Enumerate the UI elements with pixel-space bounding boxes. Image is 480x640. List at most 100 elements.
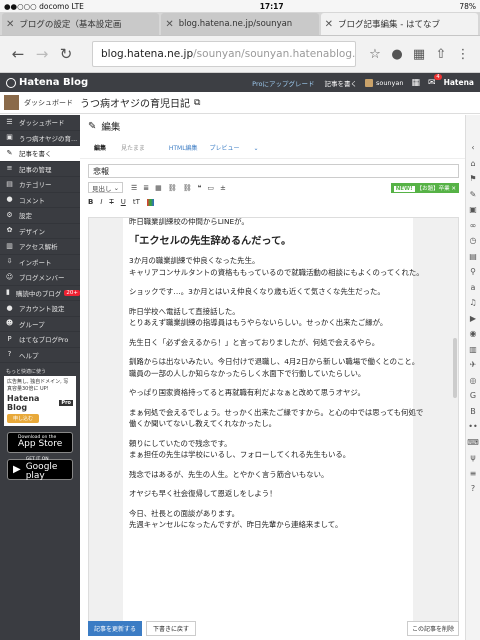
link-icon[interactable]: ∞	[470, 218, 477, 234]
clock-icon[interactable]: ◷	[470, 233, 477, 249]
sidebar-item-category[interactable]: ▤ カテゴリー	[0, 177, 80, 193]
bullet-list-icon[interactable]: ☰	[131, 184, 137, 192]
sidebar-item-write[interactable]: ✎ 記事を書く	[0, 146, 80, 162]
sidebar-item-manage[interactable]: ≡ 記事の管理	[0, 162, 80, 177]
sidebar-item-pro[interactable]: P はてなブログPro	[0, 332, 80, 348]
amazon-icon[interactable]: a	[471, 280, 476, 296]
code-icon[interactable]: ⌨	[467, 435, 479, 451]
sidebar-item-comment[interactable]: ● コメント	[0, 193, 80, 208]
map-icon[interactable]: ◉	[470, 326, 477, 342]
sidebar-item-import[interactable]: ⇩ インポート	[0, 255, 80, 270]
design-icon: ✿	[6, 226, 13, 235]
tab-preview[interactable]: プレビュー ⌄	[210, 143, 259, 152]
home-icon[interactable]: ⌂	[470, 156, 475, 172]
more-icon[interactable]: ±	[220, 184, 226, 192]
strikethrough-icon[interactable]: T	[109, 198, 113, 206]
editor-body[interactable]: 昨日職業訓練校の仲間からLINEが。 「エクセルの先生辞めるんだって。 3か月の…	[88, 217, 459, 625]
tag-icon[interactable]: ⚑	[469, 171, 476, 187]
microphone-icon[interactable]: ●	[386, 47, 408, 62]
browser-tab[interactable]: ✕ ブログの設定（基本設定画	[2, 13, 160, 35]
link-icon[interactable]: ⛓	[168, 184, 177, 192]
grid-icon[interactable]: ▦	[412, 78, 421, 88]
scrollbar[interactable]	[452, 218, 458, 624]
delete-button[interactable]: この記事を削除	[406, 621, 459, 636]
photo-icon[interactable]: ▣	[469, 202, 477, 218]
hatena-icon[interactable]: B	[470, 404, 476, 420]
browser-tab[interactable]: ✕ blog.hatena.ne.jp/sounyan	[161, 13, 319, 35]
hatena-bar: Hatena Blog Proにアップグレード 記事を書く sounyan ▦ …	[0, 73, 480, 92]
sidebar-item-subscriptions[interactable]: ▮ 購読中のブログ 20+	[0, 286, 80, 301]
pencil-icon[interactable]: ✎	[470, 187, 477, 203]
hatena-link[interactable]: Hatena	[444, 78, 474, 87]
quote-icon[interactable]: ❝	[198, 184, 202, 192]
user-menu[interactable]: sounyan	[364, 78, 404, 87]
reload-icon[interactable]: ↻	[54, 45, 78, 63]
google-icon[interactable]: G	[470, 388, 476, 404]
italic-icon[interactable]: I	[100, 198, 102, 206]
underline-icon[interactable]: U	[121, 198, 126, 206]
notification-icon[interactable]: ✉ 4	[428, 73, 442, 88]
sidebar-item-design[interactable]: ✿ デザイン	[0, 224, 80, 239]
food-icon[interactable]: ψ	[470, 450, 475, 466]
unlink-icon[interactable]: ⛓	[183, 184, 192, 192]
share-icon[interactable]: ⇧	[430, 47, 452, 62]
tab-strip: ✕ ブログの設定（基本設定画 ✕ blog.hatena.ne.jp/sounyan…	[0, 12, 480, 36]
apps-grid-icon[interactable]: ▦	[408, 47, 430, 62]
hatena-blog-pro-logo: Hatena Blog Pro	[7, 394, 73, 412]
hatena-blog-logo[interactable]: Hatena Blog	[6, 77, 88, 88]
music-icon[interactable]: ♫	[469, 295, 476, 311]
pencil-icon: ✎	[6, 148, 13, 157]
tab-wysiwyg[interactable]: 編集 見たまま	[94, 143, 157, 152]
color-icon[interactable]	[146, 198, 154, 206]
list-icon[interactable]: ≡	[470, 466, 477, 482]
tab-html[interactable]: HTML編集	[169, 143, 198, 152]
pin-icon[interactable]: ⚲	[470, 264, 476, 280]
app-store-badge[interactable]: Download on the App Store	[7, 432, 73, 453]
title-input[interactable]: 悲報	[88, 164, 459, 178]
menu-icon[interactable]: ⋮	[452, 47, 474, 62]
twitter-icon[interactable]: ✈	[470, 357, 477, 373]
draft-button[interactable]: 下書きに戻す	[146, 621, 197, 636]
google-play-badge[interactable]: ▶ GET IT ON Google play	[7, 458, 73, 480]
numbered-list-icon[interactable]: ≣	[143, 184, 149, 192]
heading-select[interactable]: 見出し ⌄	[88, 182, 124, 193]
sidebar-item-dashboard[interactable]: ☰ ダッシュボード	[0, 115, 80, 131]
bold-icon[interactable]: B	[88, 198, 93, 206]
document-icon[interactable]: ▤	[469, 249, 477, 265]
back-icon[interactable]: ←	[6, 45, 30, 63]
battery: 78%	[459, 1, 476, 11]
instagram-icon[interactable]: ◎	[470, 373, 477, 389]
tab-title: blog.hatena.ne.jp/sounyan	[178, 19, 293, 29]
pro-upgrade-link[interactable]: Proにアップグレード	[252, 78, 314, 88]
theme-tag[interactable]: NEW! 【お題】卒業 ✕	[390, 182, 459, 193]
dashboard-link[interactable]: ダッシュボード	[0, 95, 80, 110]
collapse-icon[interactable]: ‹	[471, 140, 474, 156]
close-icon[interactable]: ✕	[6, 19, 14, 30]
write-article-link[interactable]: 記事を書く	[324, 78, 357, 88]
article-body[interactable]: 昨日職業訓練校の仲間からLINEが。 「エクセルの先生辞めるんだって。 3か月の…	[123, 218, 424, 624]
update-button[interactable]: 記事を更新する	[88, 621, 143, 636]
sidebar-item-analytics[interactable]: ▥ アクセス解析	[0, 239, 80, 255]
sidebar-item-help[interactable]: ? ヘルプ	[0, 348, 80, 363]
book-icon[interactable]: ▥	[469, 342, 477, 358]
dots-icon[interactable]: ••	[468, 419, 477, 435]
sidebar-item-members[interactable]: ☺ ブログメンバー	[0, 270, 80, 286]
forward-icon[interactable]: →	[30, 45, 54, 63]
pro-icon: P	[7, 334, 12, 343]
video-icon[interactable]: ▶	[470, 311, 476, 327]
sidebar-item-blog[interactable]: ▣ うつ病オヤジの育...	[0, 131, 80, 146]
close-icon[interactable]: ✕	[165, 19, 173, 30]
url-field[interactable]: blog.hatena.ne.jp/sounyan/sounyan.hatena…	[92, 41, 356, 67]
table-icon[interactable]: ▦	[155, 184, 162, 192]
sidebar-item-settings[interactable]: ⚙ 設定	[0, 208, 80, 224]
browser-tab-active[interactable]: ✕ ブログ記事編集 - はてなブ	[320, 13, 478, 35]
apply-button[interactable]: 申し込む	[7, 414, 40, 423]
font-size-icon[interactable]: tT	[133, 198, 140, 206]
close-icon[interactable]: ✕	[325, 19, 333, 30]
help-icon[interactable]: ?	[471, 481, 475, 497]
image-icon[interactable]: ▭	[207, 184, 214, 192]
bookmark-star-icon[interactable]: ☆	[364, 47, 386, 62]
blog-title[interactable]: うつ病オヤジの育児日記 ⧉	[80, 95, 200, 111]
sidebar-item-account[interactable]: ● アカウント設定	[0, 301, 80, 317]
sidebar-item-groups[interactable]: ☻ グループ	[0, 317, 80, 332]
